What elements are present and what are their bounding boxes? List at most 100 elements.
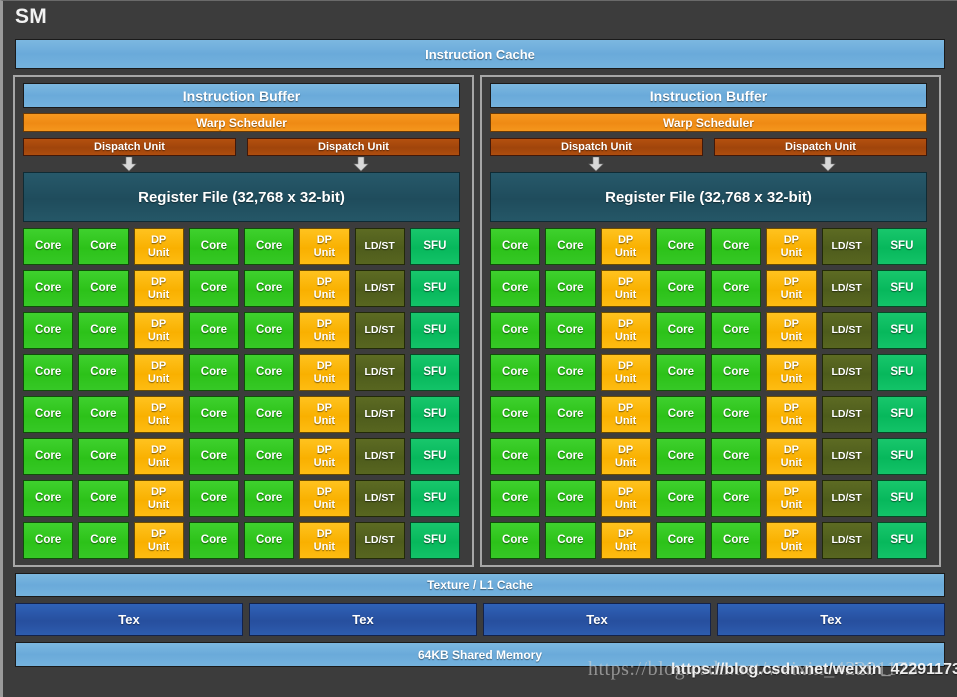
cell-core: Core [490,438,541,475]
cell-core: Core [244,354,295,391]
dispatch-unit-row-left: Dispatch Unit Dispatch Unit [23,138,460,156]
cell-dp: DP Unit [766,354,817,391]
arrow-down-icon [588,157,604,172]
cell-core: Core [23,228,74,265]
cell-ldst: LD/ST [354,270,405,307]
cell-core: Core [78,396,129,433]
cell-core: Core [490,270,541,307]
cell-sfu: SFU [876,438,927,475]
cell-core: Core [711,312,762,349]
cell-ldst: LD/ST [821,480,872,517]
cell-core: Core [655,354,706,391]
cell-core: Core [23,522,74,559]
cell-dp: DP Unit [600,354,651,391]
cell-ldst: LD/ST [821,396,872,433]
cell-core: Core [545,228,596,265]
dispatch-unit-left-1: Dispatch Unit [23,138,236,156]
cell-core: Core [188,522,239,559]
cell-dp: DP Unit [766,228,817,265]
sm-architecture-diagram: SM Instruction Cache Instruction Buffer … [0,0,957,697]
cell-ldst: LD/ST [354,522,405,559]
core-grid-row: Core Core DP Unit Core Core DP Unit LD/ST SFU [23,396,460,433]
core-grid-row: Core Core DP Unit Core Core DP Unit LD/ST SFU [23,228,460,265]
core-grid-left: Core Core DP Unit Core Core DP Unit LD/ST SFU Co… [23,228,460,559]
instruction-cache-block: Instruction Cache [15,39,945,69]
cell-core: Core [188,396,239,433]
cell-core: Core [545,354,596,391]
cell-core: Core [23,270,74,307]
cell-dp: DP Unit [133,228,184,265]
core-grid-right: Core Core DP Unit Core Core DP Unit LD/ST SFU Co… [490,228,927,559]
cell-core: Core [490,522,541,559]
cell-sfu: SFU [409,270,460,307]
cell-core: Core [78,438,129,475]
cell-sfu: SFU [876,228,927,265]
core-grid-row: Core Core DP Unit Core Core DP Unit LD/ST SFU [23,312,460,349]
cell-dp: DP Unit [299,438,350,475]
texture-l1-cache-block: Texture / L1 Cache [15,573,945,597]
dispatch-unit-right-2: Dispatch Unit [714,138,927,156]
cell-core: Core [244,312,295,349]
cell-dp: DP Unit [299,354,350,391]
cell-sfu: SFU [409,438,460,475]
cell-sfu: SFU [876,270,927,307]
cell-dp: DP Unit [766,312,817,349]
cell-sfu: SFU [876,354,927,391]
cell-core: Core [244,228,295,265]
cell-dp: DP Unit [766,480,817,517]
cell-dp: DP Unit [299,480,350,517]
cell-core: Core [655,312,706,349]
cell-core: Core [23,396,74,433]
cell-dp: DP Unit [299,396,350,433]
core-grid-row: Core Core DP Unit Core Core DP Unit LD/ST SFU [490,438,927,475]
cell-ldst: LD/ST [354,480,405,517]
cell-sfu: SFU [876,480,927,517]
cell-core: Core [545,522,596,559]
cell-core: Core [23,312,74,349]
tex-unit: Tex [483,603,711,636]
cell-core: Core [244,480,295,517]
cell-dp: DP Unit [133,312,184,349]
cell-sfu: SFU [409,354,460,391]
cell-ldst: LD/ST [821,522,872,559]
arrow-down-icon [121,157,137,172]
cell-ldst: LD/ST [354,396,405,433]
cell-ldst: LD/ST [354,312,405,349]
cell-ldst: LD/ST [821,312,872,349]
cell-dp: DP Unit [600,522,651,559]
cell-core: Core [711,396,762,433]
cell-dp: DP Unit [133,522,184,559]
shared-memory-block: 64KB Shared Memory [15,642,945,667]
cell-dp: DP Unit [766,438,817,475]
cell-sfu: SFU [409,312,460,349]
cell-dp: DP Unit [299,312,350,349]
cell-core: Core [78,312,129,349]
cell-core: Core [711,270,762,307]
cell-dp: DP Unit [600,438,651,475]
cell-ldst: LD/ST [354,354,405,391]
cell-core: Core [78,228,129,265]
cell-core: Core [655,228,706,265]
page-title: SM [15,5,48,28]
cell-core: Core [188,228,239,265]
cell-core: Core [490,312,541,349]
register-file-left: Register File (32,768 x 32-bit) [23,172,460,222]
cell-sfu: SFU [876,522,927,559]
cell-core: Core [78,522,129,559]
cell-core: Core [188,354,239,391]
cell-core: Core [545,480,596,517]
cell-core: Core [244,438,295,475]
cell-core: Core [545,396,596,433]
core-grid-row: Core Core DP Unit Core Core DP Unit LD/ST SFU [23,522,460,559]
cell-core: Core [244,522,295,559]
arrow-down-icon [820,157,836,172]
register-file-right: Register File (32,768 x 32-bit) [490,172,927,222]
dispatch-unit-left-2: Dispatch Unit [247,138,460,156]
core-grid-row: Core Core DP Unit Core Core DP Unit LD/ST SFU [490,228,927,265]
cell-core: Core [23,354,74,391]
cell-dp: DP Unit [600,312,651,349]
cell-core: Core [23,480,74,517]
tex-unit: Tex [249,603,477,636]
core-grid-row: Core Core DP Unit Core Core DP Unit LD/ST SFU [23,270,460,307]
cell-core: Core [188,312,239,349]
